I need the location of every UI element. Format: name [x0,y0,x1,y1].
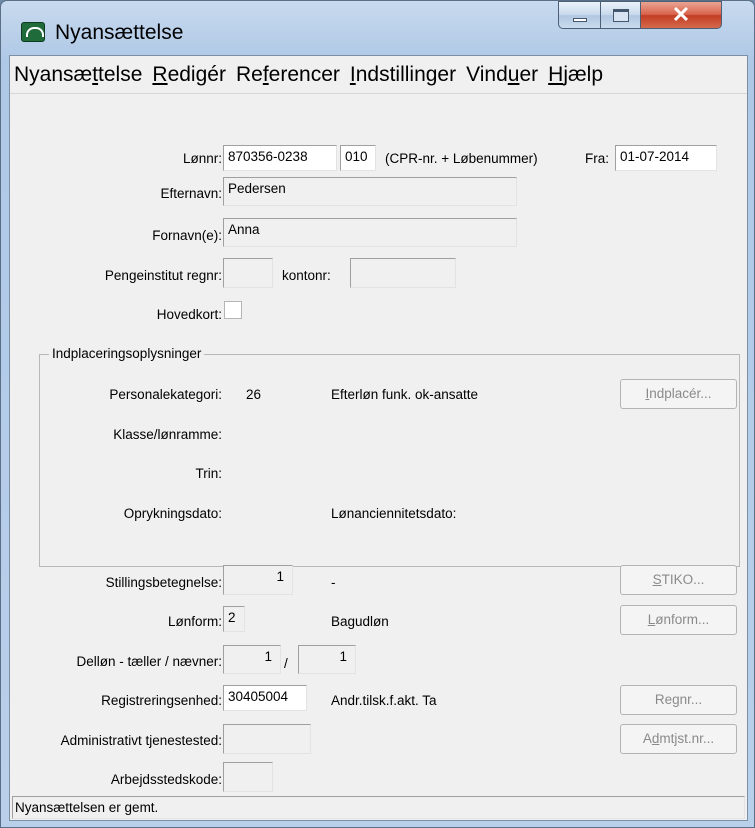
menu-bar: Nyansættelse Redigér Referencer Indstill… [10,56,747,94]
trin-label: Trin: [195,466,223,481]
status-bar: Nyansættelsen er gemt. [12,796,745,819]
hovedkort-checkbox[interactable] [224,301,242,319]
personalekategori-text: Efterløn funk. ok-ansatte [331,387,479,402]
lonanciennitet-label: Lønanciennitetsdato: [331,506,457,521]
form-panel: Lønnr: 870356-0238 010 (CPR-nr. + Løbenu… [10,96,747,796]
fra-field[interactable]: 01-07-2014 [615,145,717,171]
title-bar[interactable]: Nyansættelse ✕ [1,1,754,53]
regnr-field[interactable] [223,258,273,288]
application-window: Nyansættelse ✕ Nyansættelse Redigér Refe… [0,0,755,828]
admtjst-button[interactable]: Admtjst.nr... [620,724,737,754]
lobenummer-field[interactable]: 010 [340,145,376,171]
lonform-field[interactable]: 2 [223,606,245,632]
minimize-icon [572,18,587,22]
close-button[interactable]: ✕ [640,1,722,29]
window-title: Nyansættelse [55,21,184,44]
stilling-text: - [331,575,336,590]
admin-label: Administrativt tjenestested: [60,733,222,748]
registreringsenhed-field[interactable]: 30405004 [223,685,307,711]
registreringsenhed-text: Andr.tilsk.f.akt. Ta [331,693,437,708]
kontonr-label: kontonr: [282,268,331,283]
efternavn-label: Efternavn: [160,186,222,201]
client-area: Nyansættelse Redigér Referencer Indstill… [9,55,748,821]
fra-label: Fra: [585,151,610,166]
efternavn-field[interactable]: Pedersen [223,177,517,206]
menu-hjaelp[interactable]: Hjælp [548,63,603,87]
lonform-button[interactable]: Lønform... [620,605,737,635]
indplacer-button[interactable]: Indplacér... [620,379,737,409]
maximize-icon [612,8,629,22]
registreringsenhed-label: Registreringsenhed: [101,693,222,708]
stilling-label: Stillingsbetegnelse: [105,575,222,590]
regnr-label: Pengeinstitut regnr: [104,268,222,283]
admin-field[interactable] [223,724,311,754]
lonform-text: Bagudløn [331,614,389,629]
menu-vinduer[interactable]: Vinduer [466,63,538,87]
fornavn-field[interactable]: Anna [223,218,517,247]
taeller-field[interactable]: 1 [223,645,281,674]
arbejdssted-label: Arbejdsstedskode: [110,772,222,787]
lonnr-field[interactable]: 870356-0238 [223,145,337,171]
menu-referencer[interactable]: Referencer [236,63,340,87]
kontonr-field[interactable] [350,258,456,288]
menu-indstillinger[interactable]: Indstillinger [350,63,456,87]
personalekategori-code: 26 [246,387,262,402]
regnr-button[interactable]: Regnr... [620,685,737,715]
hovedkort-label: Hovedkort: [156,307,222,322]
klasse-label: Klasse/lønramme: [113,427,222,442]
fornavn-label: Fornavn(e): [152,228,222,243]
lonnr-label: Lønnr: [182,151,222,166]
menu-nyansaettelse[interactable]: Nyansættelse [14,63,142,87]
personalekategori-label: Personalekategori: [109,387,222,402]
caption-buttons: ✕ [558,1,722,34]
app-icon [21,22,45,42]
maximize-button[interactable] [600,1,640,29]
oprykningsdato-label: Oprykningsdato: [123,506,222,521]
lonform-label: Lønform: [167,614,222,629]
naevner-field[interactable]: 1 [298,645,356,674]
minimize-button[interactable] [558,1,600,29]
close-icon: ✕ [671,2,691,27]
lonnr-hint: (CPR-nr. + Løbenummer) [385,151,538,166]
stiko-button[interactable]: STIKO... [620,565,737,595]
arbejdssted-field[interactable] [223,762,273,792]
dellon-slash: / [284,656,288,671]
menu-rediger[interactable]: Redigér [152,63,226,87]
dellon-label: Delløn - tæller / nævner: [76,654,222,669]
stilling-field[interactable]: 1 [223,565,293,595]
indplacering-title: Indplaceringsoplysninger [49,346,205,361]
